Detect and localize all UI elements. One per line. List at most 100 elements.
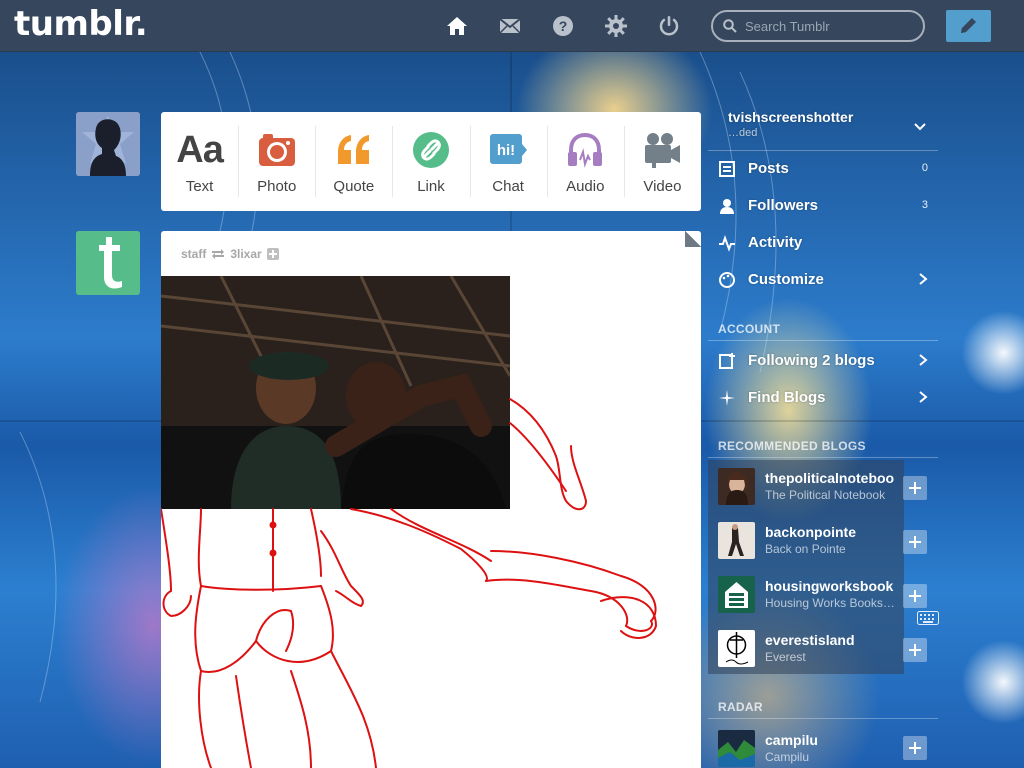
text-aa-icon: Aa	[176, 129, 224, 171]
headphones-icon	[568, 132, 603, 168]
sidebar-item-find-blogs[interactable]: Find Blogs	[708, 379, 938, 416]
staff-avatar[interactable]	[76, 231, 140, 295]
chat-icon: hi!	[490, 134, 528, 164]
video-camera-icon	[645, 133, 681, 168]
post-type-label: Text	[185, 178, 214, 195]
chevron-right-icon	[919, 391, 928, 403]
svg-text:hi!: hi!	[497, 142, 515, 159]
default-avatar-silhouette-icon	[76, 112, 140, 176]
posts-count: 0	[921, 162, 928, 174]
sidebar-divider	[708, 457, 938, 458]
sidebar-blog-header[interactable]: tvishscreenshotter …ded	[708, 105, 938, 145]
sidebar-item-label: Activity	[748, 234, 803, 251]
inbox-icon[interactable]	[498, 14, 522, 38]
svg-text:?: ?	[559, 18, 568, 34]
sidebar-item-label: Customize	[748, 271, 824, 288]
top-navigation-bar: tumblr. ?	[0, 0, 1024, 52]
chevron-down-icon	[914, 123, 926, 131]
sidebar-divider	[708, 340, 938, 341]
post-fold-corner[interactable]	[685, 231, 701, 247]
sidebar-section-radar: RADAR	[718, 700, 763, 714]
follow-plus-icon[interactable]	[266, 248, 279, 260]
post-header: staff 3lixar	[181, 247, 279, 261]
post-type-bar: Aa Text Photo Quote Link hi! Chat Audio …	[161, 112, 701, 211]
post-type-label: Photo	[257, 178, 297, 195]
recommended-blog-avatar	[718, 522, 755, 559]
compose-button[interactable]	[946, 10, 991, 42]
post-type-chat[interactable]: hi! Chat	[469, 112, 547, 211]
keyboard-icon[interactable]	[917, 611, 939, 625]
post-photo-image	[161, 276, 510, 509]
recommended-blog-name: thepoliticalnoteboo	[765, 470, 895, 486]
recommended-blog-avatar	[718, 468, 755, 505]
post-type-video[interactable]: Video	[623, 112, 701, 211]
recommended-blog-title: Housing Works Books…	[765, 596, 895, 610]
recommended-blog-item[interactable]: everestisland Everest	[708, 622, 898, 676]
recommended-blog-item[interactable]: backonpointe Back on Pointe	[708, 514, 898, 568]
follow-plus-icon[interactable]	[903, 530, 927, 554]
post-type-text[interactable]: Aa Text	[161, 112, 238, 211]
recommended-blog-avatar	[718, 576, 755, 613]
follow-plus-icon[interactable]	[903, 638, 927, 662]
recommended-blog-item[interactable]: housingworksbook Housing Works Books…	[708, 568, 898, 622]
post-type-quote[interactable]: Quote	[315, 112, 392, 211]
chevron-right-icon	[919, 354, 928, 366]
logout-icon[interactable]	[657, 14, 681, 38]
quote-icon	[337, 135, 369, 164]
recommended-blog-title: The Political Notebook	[765, 488, 886, 502]
sidebar-item-customize[interactable]: Customize	[708, 261, 938, 298]
settings-icon[interactable]	[604, 14, 628, 38]
radar-blog-avatar	[718, 730, 755, 767]
activity-icon	[719, 234, 735, 252]
radar-blog-item[interactable]: campilu Campilu	[708, 722, 898, 768]
sidebar-blog-title: …ded	[728, 127, 758, 139]
sidebar-item-label: Find Blogs	[748, 389, 826, 406]
recommended-blog-avatar	[718, 630, 755, 667]
find-blogs-sparkle-icon	[719, 390, 735, 406]
sidebar-blog-name: tvishscreenshotter	[728, 109, 854, 125]
posts-icon	[719, 161, 735, 177]
post-type-label: Quote	[333, 178, 375, 195]
sidebar-item-activity[interactable]: Activity	[708, 224, 938, 261]
post-type-audio[interactable]: Audio	[546, 112, 624, 211]
recommended-blog-name: everestisland	[765, 632, 855, 648]
sidebar-item-posts[interactable]: Posts 0	[708, 150, 938, 187]
post-author-link[interactable]: staff	[181, 247, 206, 261]
radar-blog-name: campilu	[765, 732, 818, 748]
follow-plus-icon[interactable]	[903, 476, 927, 500]
followers-icon	[720, 199, 734, 214]
post-type-label: Chat	[492, 178, 524, 195]
post-type-label: Audio	[566, 178, 605, 195]
sidebar-section-account: ACCOUNT	[718, 322, 781, 336]
compose-pencil-icon	[961, 18, 976, 33]
post-photo[interactable]	[161, 276, 510, 509]
post-type-link[interactable]: Link	[392, 112, 469, 211]
recommended-blog-title: Back on Pointe	[765, 542, 846, 556]
sidebar-item-label: Following 2 blogs	[748, 352, 875, 369]
customize-palette-icon	[719, 272, 735, 288]
search-icon	[723, 19, 737, 33]
post-type-photo[interactable]: Photo	[238, 112, 315, 211]
reblogged-from-link[interactable]: 3lixar	[230, 247, 261, 261]
search-input[interactable]	[745, 16, 915, 36]
sidebar-item-following[interactable]: Following 2 blogs	[708, 342, 938, 379]
follow-plus-icon[interactable]	[903, 736, 927, 760]
chevron-right-icon	[919, 273, 928, 285]
sidebar-item-followers[interactable]: Followers 3	[708, 187, 938, 224]
recommended-blog-title: Everest	[765, 650, 806, 664]
recommended-blog-name: housingworksbook	[765, 578, 894, 594]
camera-icon	[258, 134, 295, 166]
sidebar-section-recommended: RECOMMENDED BLOGS	[718, 439, 866, 453]
post-type-label: Video	[643, 178, 682, 195]
home-icon[interactable]	[445, 14, 469, 38]
follow-plus-icon[interactable]	[903, 584, 927, 608]
dashboard-post: staff 3lixar	[161, 231, 701, 768]
help-icon[interactable]: ?	[551, 14, 575, 38]
recommended-blog-name: backonpointe	[765, 524, 857, 540]
tumblr-logo[interactable]: tumblr.	[14, 4, 148, 44]
recommended-blog-item[interactable]: thepoliticalnoteboo The Political Notebo…	[708, 460, 898, 514]
user-avatar[interactable]	[76, 112, 140, 176]
search-box[interactable]	[711, 10, 925, 42]
sidebar-item-label: Posts	[748, 160, 789, 177]
sidebar-item-label: Followers	[748, 197, 819, 214]
